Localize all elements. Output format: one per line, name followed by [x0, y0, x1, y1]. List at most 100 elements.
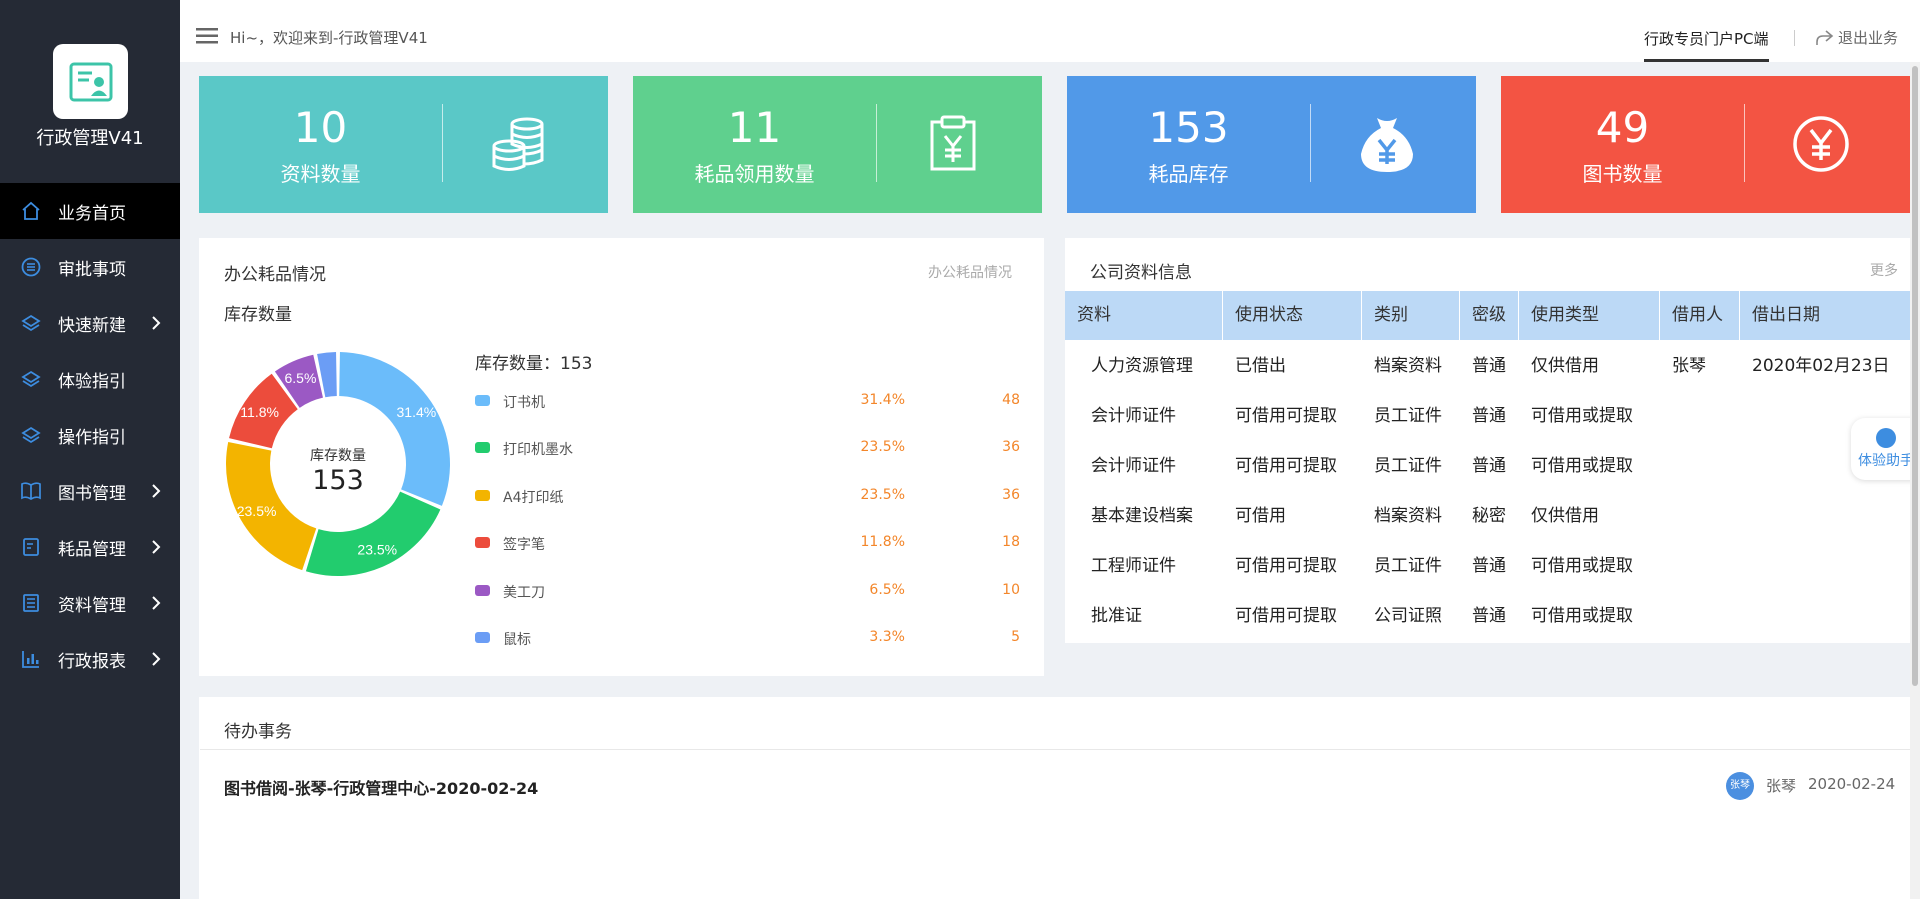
- column-header[interactable]: 资料: [1065, 291, 1223, 340]
- table-cell: 仅供借用: [1531, 356, 1599, 376]
- column-header[interactable]: 使用状态: [1223, 291, 1362, 340]
- clipboard-yen-icon: [930, 115, 976, 171]
- more-link[interactable]: 办公耗品情况: [928, 262, 1012, 282]
- stat-card-documents[interactable]: 10 资料数量: [199, 76, 608, 213]
- legend-value: 18: [1002, 534, 1020, 550]
- stat-label: 耗品库存: [1148, 162, 1229, 186]
- document-icon: [20, 592, 42, 614]
- logout-button[interactable]: 退出业务: [1814, 27, 1898, 48]
- chart-subtitle: 库存数量: [224, 305, 292, 325]
- legend-value: 10: [1002, 582, 1020, 598]
- sidebar-item-approvals[interactable]: 审批事项: [0, 239, 180, 295]
- sidebar-item-documents[interactable]: 资料管理: [0, 575, 180, 631]
- sidebar-item-label: 图书管理: [58, 483, 126, 504]
- menu-toggle-icon[interactable]: [196, 28, 218, 44]
- table-cell: 档案资料: [1374, 506, 1442, 526]
- table-row[interactable]: 基本建设档案 可借用 档案资料 秘密 仅供借用: [1065, 491, 1910, 541]
- table-cell: [1660, 441, 1672, 491]
- table-cell: 员工证件: [1374, 406, 1442, 426]
- legend-label: A4打印纸: [503, 490, 564, 506]
- table-row[interactable]: 工程师证件 可借用可提取 员工证件 普通 可借用或提取: [1065, 541, 1910, 591]
- table-cell: 基本建设档案: [1091, 506, 1193, 526]
- table-cell: 张琴: [1672, 356, 1706, 376]
- sidebar-item-quick-create[interactable]: 快速新建: [0, 295, 180, 351]
- table-cell: [1660, 391, 1672, 441]
- table-cell: 普通: [1472, 556, 1506, 576]
- stat-label: 资料数量: [280, 162, 361, 186]
- legend-swatch: [475, 395, 490, 406]
- todo-user: 张琴: [1766, 777, 1797, 795]
- legend-percent: 6.5%: [869, 582, 905, 598]
- table-cell: 普通: [1472, 356, 1506, 376]
- certificate-icon: [69, 62, 112, 101]
- donut-slice[interactable]: [305, 491, 441, 576]
- legend-percent: 23.5%: [860, 439, 905, 455]
- table-cell: 员工证件: [1374, 456, 1442, 476]
- table-cell: 已借出: [1235, 356, 1286, 376]
- tab-portal[interactable]: 行政专员门户PC端: [1644, 28, 1769, 62]
- table-row[interactable]: 批准证 可借用可提取 公司证照 普通 可借用或提取: [1065, 591, 1910, 641]
- stat-card-supplies-used[interactable]: 11 耗品领用数量: [633, 76, 1042, 213]
- legend-value: 5: [1011, 629, 1020, 645]
- sidebar-item-label: 操作指引: [58, 427, 126, 448]
- scrollbar-thumb[interactable]: [1912, 66, 1918, 686]
- column-header[interactable]: 类别: [1362, 291, 1460, 340]
- sidebar: 行政管理V41 业务首页 审批事项 快速新建 体验指引 操作指引 图书管理 耗品…: [0, 0, 180, 899]
- legend-label: 订书机: [503, 395, 545, 411]
- table-cell: 可借用或提取: [1531, 606, 1633, 626]
- chevron-right-icon: [152, 316, 161, 330]
- sidebar-item-label: 体验指引: [58, 371, 126, 392]
- scrollbar[interactable]: [1910, 62, 1920, 899]
- todo-date: 2020-02-24: [1808, 775, 1896, 793]
- table-row[interactable]: 人力资源管理 已借出 档案资料 普通 仅供借用 张琴 2020年02月23日: [1065, 341, 1910, 391]
- panel-title: 待办事务: [224, 722, 292, 742]
- more-link[interactable]: 更多: [1870, 260, 1898, 280]
- table-cell: 可借用可提取: [1235, 606, 1337, 626]
- stat-card-inventory[interactable]: 153 耗品库存: [1067, 76, 1476, 213]
- legend-item[interactable]: 订书机 31.4% 48: [475, 391, 1020, 411]
- sidebar-item-home[interactable]: 业务首页: [0, 183, 180, 239]
- sidebar-item-books[interactable]: 图书管理: [0, 463, 180, 519]
- stat-value: 11: [727, 103, 782, 152]
- yen-circle-icon: [1793, 116, 1849, 172]
- coins-stack-icon: [492, 117, 544, 171]
- legend-label: 美工刀: [503, 585, 545, 601]
- layers-icon: [20, 368, 42, 390]
- stat-label: 图书数量: [1582, 162, 1663, 186]
- legend-item[interactable]: A4打印纸 23.5% 36: [475, 486, 1020, 506]
- table-cell: 普通: [1472, 606, 1506, 626]
- avatar: 张琴: [1726, 772, 1754, 800]
- legend-item[interactable]: 签字笔 11.8% 18: [475, 533, 1020, 553]
- legend-swatch: [475, 585, 490, 596]
- table-cell: 批准证: [1091, 606, 1142, 626]
- table-row[interactable]: 会计师证件 可借用可提取 员工证件 普通 可借用或提取: [1065, 391, 1910, 441]
- stat-value: 153: [1148, 103, 1229, 152]
- donut-center-label: 库存数量: [310, 448, 366, 464]
- donut-center-value: 153: [312, 465, 364, 496]
- clipboard-icon: [20, 536, 42, 558]
- chevron-right-icon: [152, 540, 161, 554]
- column-header[interactable]: 密级: [1460, 291, 1519, 340]
- column-header[interactable]: 借出日期: [1740, 291, 1910, 340]
- todo-item-title[interactable]: 图书借阅-张琴-行政管理中心-2020-02-24: [224, 775, 538, 799]
- legend-item[interactable]: 鼠标 3.3% 5: [475, 628, 1020, 648]
- column-header[interactable]: 使用类型: [1519, 291, 1660, 340]
- table-cell: 可借用可提取: [1235, 456, 1337, 476]
- sidebar-item-experience-guide[interactable]: 体验指引: [0, 351, 180, 407]
- app-logo[interactable]: [53, 44, 128, 119]
- table-header: 资料 使用状态 类别 密级 使用类型 借用人 借出日期: [1065, 291, 1910, 340]
- column-header[interactable]: 借用人: [1660, 291, 1740, 340]
- helper-icon: [1876, 428, 1896, 448]
- legend-item[interactable]: 美工刀 6.5% 10: [475, 581, 1020, 601]
- legend-percent: 23.5%: [860, 487, 905, 503]
- table-row[interactable]: 会计师证件 可借用可提取 员工证件 普通 可借用或提取: [1065, 441, 1910, 491]
- stat-card-books[interactable]: 49 图书数量: [1501, 76, 1910, 213]
- legend-percent: 31.4%: [860, 392, 905, 408]
- legend-label: 打印机墨水: [503, 442, 573, 458]
- table-cell: 秘密: [1472, 506, 1506, 526]
- sidebar-item-operation-guide[interactable]: 操作指引: [0, 407, 180, 463]
- sidebar-item-supplies[interactable]: 耗品管理: [0, 519, 180, 575]
- legend-item[interactable]: 打印机墨水 23.5% 36: [475, 438, 1020, 458]
- sidebar-item-reports[interactable]: 行政报表: [0, 631, 180, 687]
- topbar: Hi~，欢迎来到-行政管理V41 行政专员门户PC端 退出业务: [180, 0, 1920, 62]
